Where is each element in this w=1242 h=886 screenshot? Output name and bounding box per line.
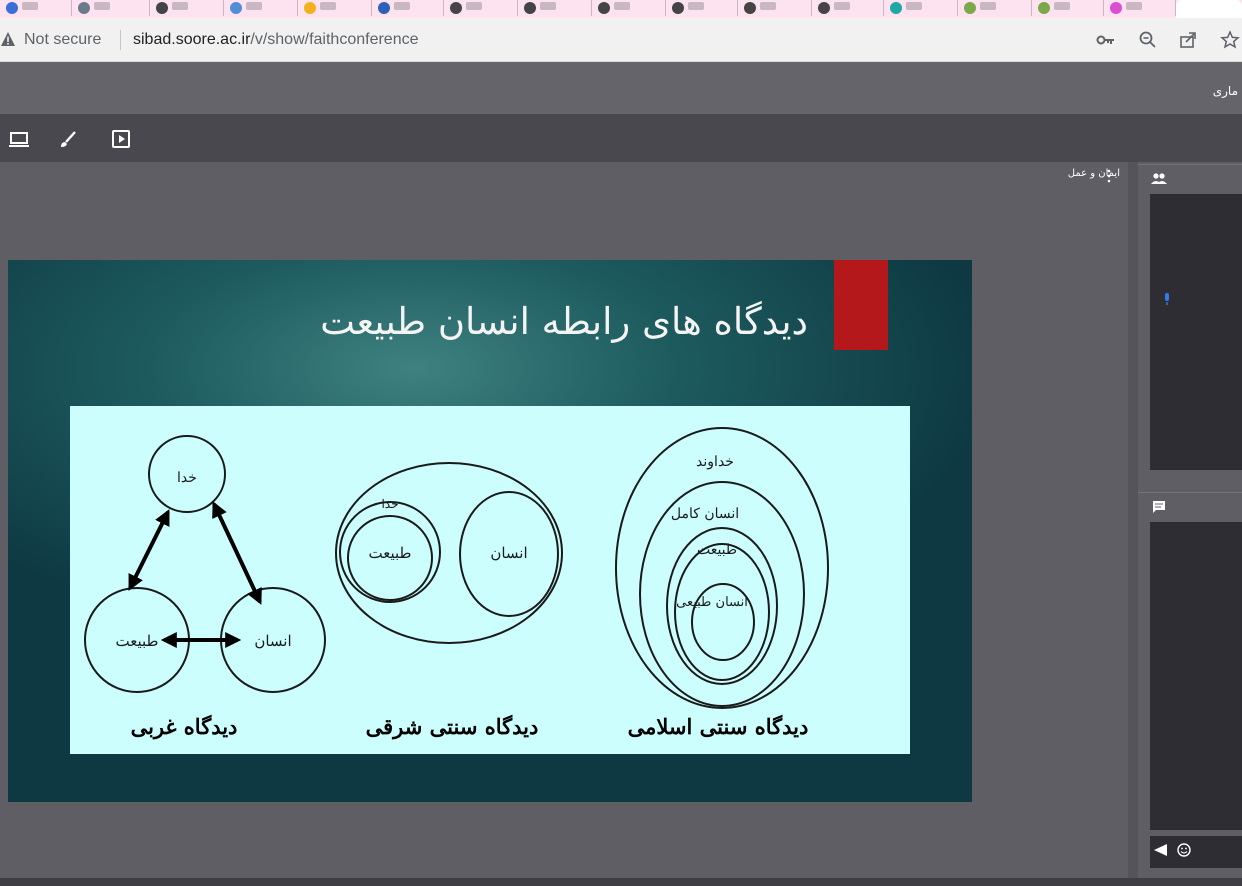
brush-icon[interactable] (58, 128, 80, 150)
bookmark-tab[interactable] (0, 0, 72, 16)
bookmark-tab[interactable] (224, 0, 298, 16)
bookmark-tab[interactable] (958, 0, 1032, 16)
screen-share-icon[interactable] (8, 128, 30, 150)
bookmark-tab[interactable] (298, 0, 372, 16)
meeting-title: ماری (1212, 84, 1238, 98)
bookmark-tab[interactable] (150, 0, 224, 16)
god-nature-arrow (128, 509, 170, 591)
url-path: /v/show/faithconference (250, 31, 419, 48)
meeting-toolbar (0, 114, 1242, 162)
slide-diagram-panel: خدا طبیعت انسان دیدگاه غربی خدا طبیعت ان… (70, 406, 910, 754)
bookmark-tab[interactable] (884, 0, 958, 16)
share-icon[interactable] (1178, 30, 1198, 50)
active-tab[interactable] (1176, 0, 1242, 18)
eastern-view-diagram: خدا طبیعت انسان دیدگاه سنتی شرقی (335, 462, 563, 740)
emoji-icon[interactable] (1176, 842, 1192, 858)
bookmark-tab[interactable] (1032, 0, 1104, 16)
bookmark-tab[interactable] (372, 0, 444, 16)
bottom-bar (0, 878, 1242, 886)
western-god-label: خدا (177, 470, 197, 486)
zoom-icon[interactable] (1138, 30, 1158, 50)
browser-tab-strip (0, 0, 1242, 18)
more-vertical-icon[interactable] (1104, 168, 1114, 184)
god-ellipse (615, 427, 829, 709)
security-status[interactable]: Not secure (24, 31, 101, 49)
panel-divider[interactable] (1128, 162, 1138, 886)
islamic-caption: دیدگاه سنتی اسلامی (628, 714, 809, 739)
relationship-diagrams: خدا طبیعت انسان دیدگاه غربی خدا طبیعت ان… (84, 427, 829, 740)
address-bar: Not secure sibad.soore.ac.ir/v/show/fait… (0, 18, 1242, 62)
eastern-nature-label: طبیعت (369, 544, 412, 562)
url-field[interactable]: sibad.soore.ac.ir/v/show/faithconference (133, 31, 418, 49)
eastern-caption: دیدگاه سنتی شرقی (366, 714, 539, 740)
warning-icon[interactable] (0, 31, 16, 47)
eastern-human-label: انسان (490, 544, 527, 562)
attendees-panel-header (1138, 164, 1242, 192)
chat-icon[interactable] (1152, 500, 1166, 514)
chat-messages[interactable] (1150, 522, 1242, 830)
star-icon[interactable] (1220, 30, 1240, 50)
bookmark-tab[interactable] (444, 0, 518, 16)
attendees-list[interactable] (1150, 194, 1242, 470)
bookmark-tab[interactable] (592, 0, 666, 16)
bookmark-tab[interactable] (738, 0, 812, 16)
islamic-god-label: خداوند (696, 454, 734, 470)
send-icon[interactable] (1152, 842, 1168, 858)
islamic-natural-human-label: انسان طبیعی (676, 595, 748, 610)
users-icon[interactable] (1150, 172, 1168, 186)
slide-accent-bar (834, 260, 888, 350)
western-human-label: انسان (254, 632, 291, 650)
western-view-diagram: خدا طبیعت انسان دیدگاه غربی (84, 435, 326, 740)
presentation-slide: دیدگاه های رابطه انسان طبیعت خدا طبیعت ا… (8, 260, 972, 802)
microphone-icon (1165, 293, 1169, 305)
bookmark-tab[interactable] (1104, 0, 1176, 16)
islamic-perfect-human-label: انسان کامل (671, 506, 739, 522)
god-human-arrow (212, 501, 262, 605)
chat-panel-header (1138, 492, 1242, 520)
islamic-view-diagram: خداوند انسان کامل طبیعت انسان طبیعی دیدگ… (615, 427, 829, 739)
address-separator (120, 30, 121, 50)
slide-title: دیدگاه های رابطه انسان طبیعت (320, 300, 808, 343)
bookmark-tab[interactable] (666, 0, 738, 16)
eastern-god-label: خدا (381, 497, 398, 511)
bookmark-tab[interactable] (812, 0, 884, 16)
western-caption: دیدگاه غربی (131, 714, 238, 740)
bookmark-tab[interactable] (518, 0, 592, 16)
key-icon[interactable] (1096, 30, 1116, 50)
presentation-icon[interactable] (110, 128, 132, 150)
app-header: ماری (0, 62, 1242, 114)
western-nature-label: طبیعت (116, 632, 159, 650)
url-host: sibad.soore.ac.ir (133, 31, 251, 48)
bookmark-tab[interactable] (72, 0, 150, 16)
islamic-nature-label: طبیعت (697, 542, 737, 558)
